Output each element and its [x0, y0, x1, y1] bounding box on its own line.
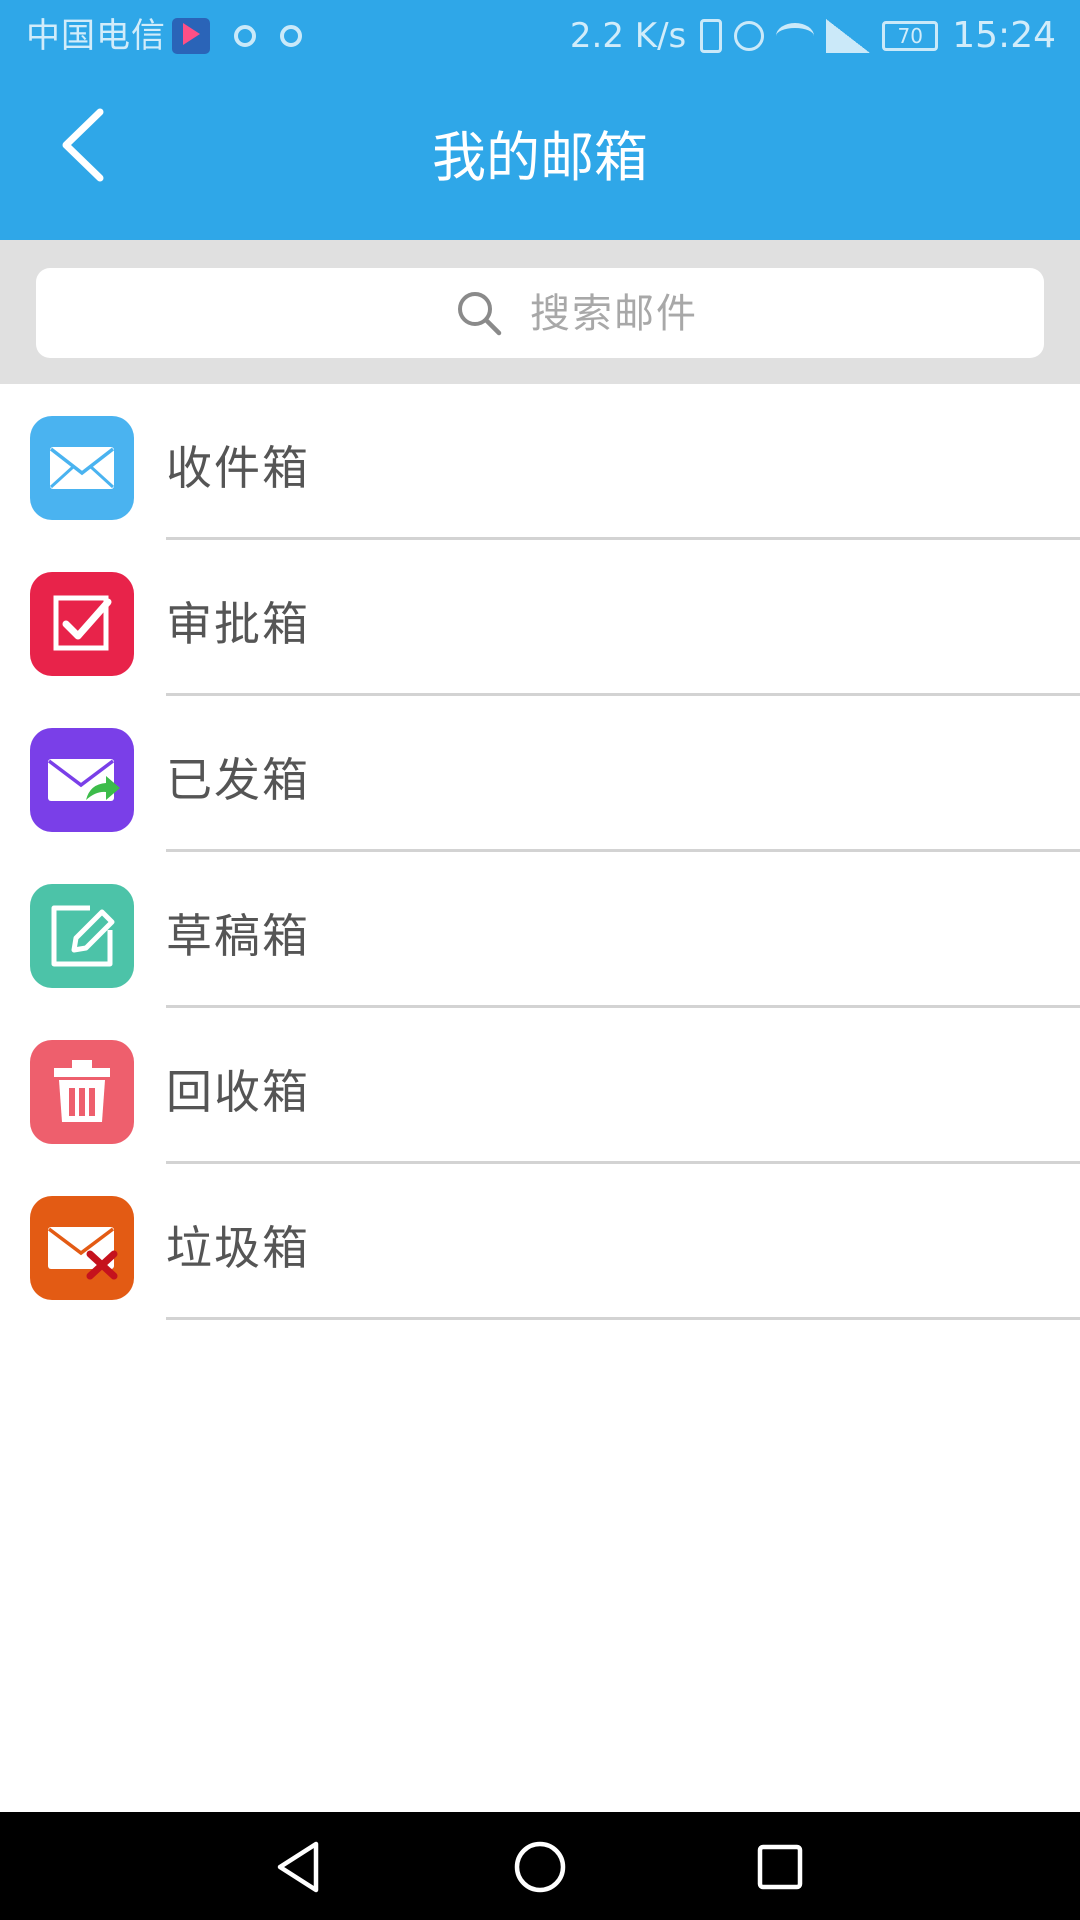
envelope-x-icon — [30, 1196, 134, 1300]
mailbox-item-approval[interactable]: 审批箱 — [0, 540, 1080, 696]
sync-notification-icon — [280, 25, 302, 47]
status-bar-left: 中国电信 — [26, 14, 302, 58]
wifi-icon — [776, 23, 815, 49]
mailbox-list: 收件箱 审批箱 已发箱 草稿箱 回收箱 垃圾箱 — [0, 384, 1080, 1320]
triangle-back-icon[interactable] — [268, 1834, 334, 1900]
alarm-icon — [734, 21, 765, 51]
status-bar-right: 2.2 K/s 70 15:24 — [570, 14, 1056, 58]
checkbox-icon — [30, 572, 134, 676]
mailbox-label-sent: 已发箱 — [166, 753, 310, 807]
status-time: 15:24 — [952, 15, 1056, 56]
edit-icon — [30, 884, 134, 988]
circle-home-icon[interactable] — [507, 1834, 573, 1900]
vibrate-icon — [700, 19, 723, 53]
envelope-sent-icon — [30, 728, 134, 832]
mailbox-item-spam[interactable]: 垃圾箱 — [0, 1164, 1080, 1320]
search-area: 搜索邮件 — [0, 240, 1080, 384]
search-input[interactable]: 搜索邮件 — [36, 268, 1044, 358]
mailbox-label-approval: 审批箱 — [166, 597, 310, 651]
mailbox-label-recycle: 回收箱 — [166, 1065, 310, 1119]
status-bar: 中国电信 2.2 K/s 70 15:24 — [0, 0, 1080, 72]
mailbox-item-inbox[interactable]: 收件箱 — [0, 384, 1080, 540]
network-speed: 2.2 K/s — [569, 16, 687, 56]
media-notification-icon — [234, 25, 256, 47]
search-placeholder: 搜索邮件 — [530, 291, 698, 337]
mailbox-label-inbox: 收件箱 — [166, 441, 310, 495]
mailbox-label-drafts: 草稿箱 — [166, 909, 310, 963]
mailbox-label-spam: 垃圾箱 — [166, 1221, 310, 1275]
carrier-name: 中国电信 — [26, 16, 166, 56]
video-app-notification-icon — [172, 18, 210, 54]
envelope-icon — [30, 416, 134, 520]
mailbox-item-drafts[interactable]: 草稿箱 — [0, 852, 1080, 1008]
mailbox-item-recycle[interactable]: 回收箱 — [0, 1008, 1080, 1164]
trash-icon — [30, 1040, 134, 1144]
system-nav-bar — [0, 1812, 1080, 1920]
square-recents-icon[interactable] — [747, 1834, 813, 1900]
mailbox-item-sent[interactable]: 已发箱 — [0, 696, 1080, 852]
battery-icon: 70 — [882, 21, 939, 51]
divider — [166, 1317, 1080, 1320]
app-bar: 中国电信 2.2 K/s 70 15:24 我的邮箱 — [0, 0, 1080, 240]
search-icon — [458, 292, 502, 336]
cellular-signal-icon — [826, 19, 871, 53]
page-title: 我的邮箱 — [432, 126, 648, 189]
